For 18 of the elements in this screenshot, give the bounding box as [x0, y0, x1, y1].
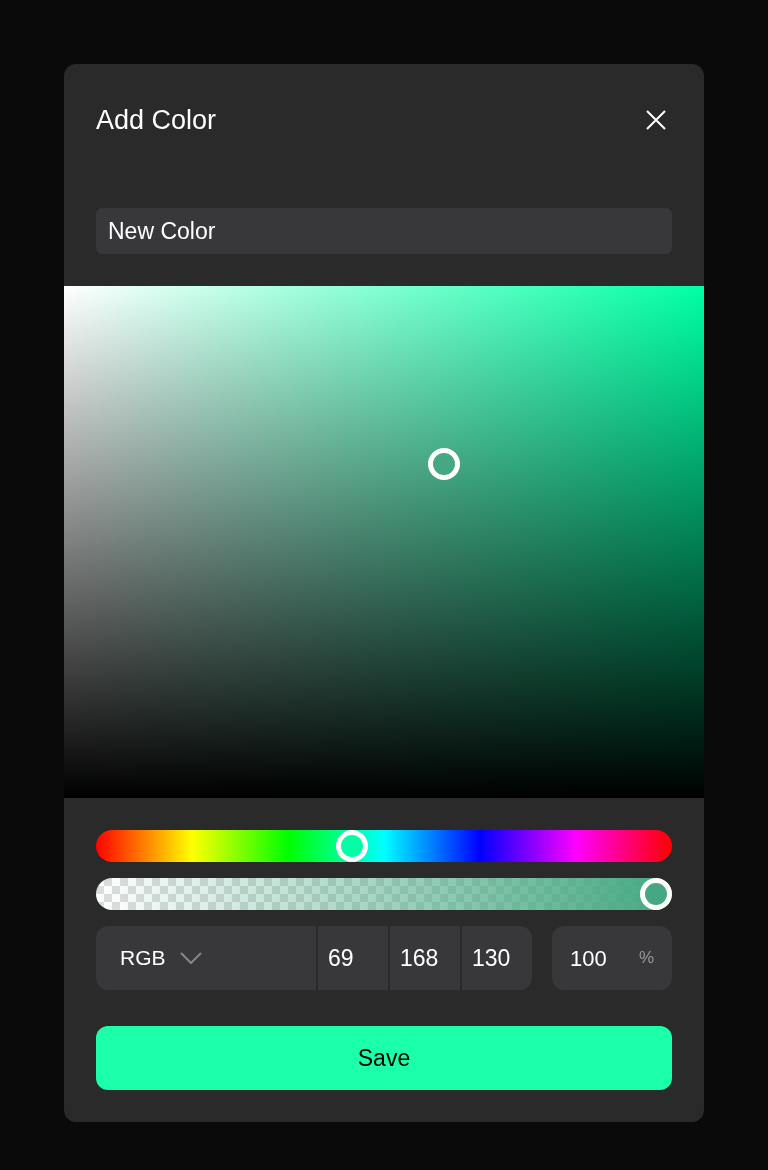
opacity-field[interactable]: 100 %	[552, 926, 672, 990]
percent-unit: %	[638, 947, 654, 970]
opacity-slider-thumb[interactable]	[640, 878, 672, 910]
opacity-value: 100	[570, 944, 607, 973]
chevron-down-icon	[179, 952, 202, 964]
color-area-handle[interactable]	[428, 448, 461, 481]
channel-input[interactable]: 69	[316, 926, 388, 990]
color-area[interactable]	[64, 286, 704, 798]
hue-slider-thumb[interactable]	[335, 830, 368, 862]
opacity-slider[interactable]	[96, 878, 672, 910]
hue-slider[interactable]	[96, 830, 672, 862]
dialog-title: Add Color	[96, 103, 217, 137]
save-button[interactable]: Save	[96, 1026, 672, 1090]
channel-input[interactable]: 130	[460, 926, 532, 990]
channel-input[interactable]: 168	[388, 926, 460, 990]
name-input-field[interactable]: New Color	[96, 208, 672, 254]
close-icon	[646, 110, 666, 130]
format-dropdown[interactable]: RGB	[96, 926, 316, 990]
